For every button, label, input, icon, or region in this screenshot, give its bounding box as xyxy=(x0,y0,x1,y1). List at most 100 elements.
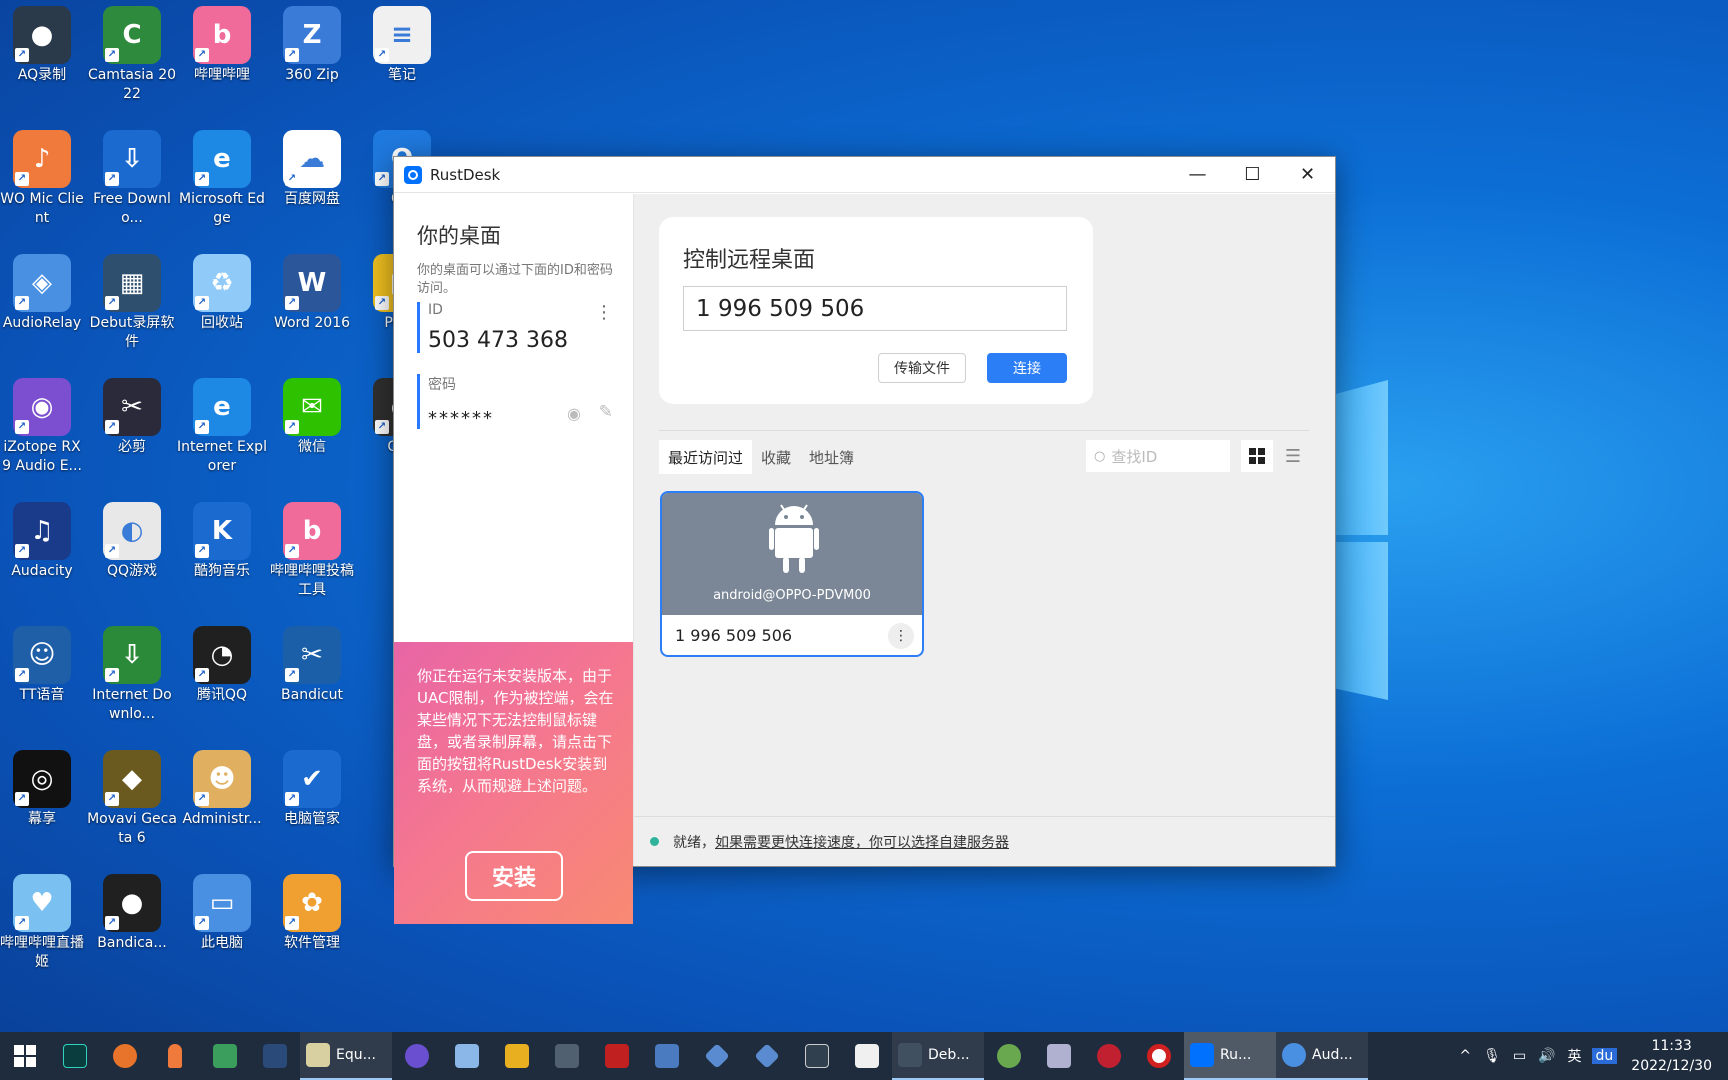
tray-ime-label[interactable]: 英 xyxy=(1562,1046,1588,1066)
self-host-server-link[interactable]: 如果需要更快连接速度，你可以选择自建服务器 xyxy=(715,832,1009,852)
desktop-icon[interactable]: ◉ ↗ iZotope RX 9 Audio E... xyxy=(0,378,87,476)
desktop-icon[interactable]: W ↗ Word 2016 xyxy=(267,254,357,333)
tray-baidu-icon[interactable]: du xyxy=(1591,1048,1618,1064)
install-promo: 你正在运行未安装版本，由于UAC限制，作为被控端，会在某些情况下无法控制鼠标键盘… xyxy=(394,642,633,924)
edit-password-icon[interactable]: ✎ xyxy=(599,402,613,422)
taskbar-app12-icon[interactable] xyxy=(842,1032,892,1080)
desktop-icon[interactable]: b ↗ 哔哩哔哩 xyxy=(177,6,267,85)
tray-chevron-icon[interactable]: ^ xyxy=(1453,1048,1477,1064)
desktop-icon[interactable]: ⇩ ↗ Internet Downlo... xyxy=(87,626,177,724)
transfer-file-button[interactable]: 传输文件 xyxy=(878,353,966,383)
desktop-icon[interactable]: ♪ ↗ WO Mic Client xyxy=(0,130,87,228)
peer-thumbnail: android@OPPO-PDVM00 xyxy=(662,493,922,615)
taskbar-app-equ[interactable]: Equ... xyxy=(300,1032,392,1080)
shortcut-arrow-icon: ↗ xyxy=(15,420,29,434)
start-button[interactable] xyxy=(0,1032,50,1080)
taskbar-download-icon[interactable] xyxy=(200,1032,250,1080)
desktop-icon[interactable]: ◆ ↗ Movavi Gecata 6 xyxy=(87,750,177,848)
desktop-icon[interactable]: ● ↗ AQ录制 xyxy=(0,6,87,85)
taskbar-mic-icon[interactable] xyxy=(150,1032,200,1080)
desktop-icon[interactable]: ◎ ↗ 幕享 xyxy=(0,750,87,829)
install-button[interactable]: 安装 xyxy=(465,851,563,901)
desktop-icon[interactable]: ⇩ ↗ Free Downlo... xyxy=(87,130,177,228)
desktop-icon[interactable]: ◐ ↗ QQ游戏 xyxy=(87,502,177,581)
desktop-icon[interactable]: ☺ ↗ TT语音 xyxy=(0,626,87,705)
app-icon: b ↗ xyxy=(283,502,341,560)
clock[interactable]: 11:33 2022/12/30 xyxy=(1621,1036,1728,1076)
desktop-icon[interactable]: ▭ ↗ 此电脑 xyxy=(177,874,267,953)
desktop-icon[interactable]: e ↗ Internet Explorer xyxy=(177,378,267,476)
maximize-button[interactable]: ☐ xyxy=(1225,157,1280,193)
desktop-icon[interactable]: ☁ ↗ 百度网盘 xyxy=(267,130,357,209)
desktop-icon[interactable]: ✉ ↗ 微信 xyxy=(267,378,357,457)
list-view-button[interactable]: ☰ xyxy=(1277,440,1309,472)
taskbar-app-equ-label: Equ... xyxy=(336,1047,376,1063)
desktop-icon[interactable]: ♫ ↗ Audacity xyxy=(0,502,87,581)
shortcut-arrow-icon: ↗ xyxy=(285,792,299,806)
desktop-icon[interactable]: ♻ ↗ 回收站 xyxy=(177,254,267,333)
tray-mic-icon[interactable]: 🎙 xyxy=(1477,1048,1507,1064)
taskbar-app10-icon[interactable] xyxy=(742,1032,792,1080)
search-id-input[interactable]: ○ 查找ID xyxy=(1086,440,1230,472)
taskbar-app3-icon[interactable] xyxy=(392,1032,442,1080)
desktop-icon[interactable]: ◈ ↗ AudioRelay xyxy=(0,254,87,333)
desktop-icon[interactable]: ✔ ↗ 电脑管家 xyxy=(267,750,357,829)
taskbar-android-icon[interactable] xyxy=(984,1032,1034,1080)
desktop-icon[interactable]: K ↗ 酷狗音乐 xyxy=(177,502,267,581)
peer-card[interactable]: android@OPPO-PDVM00 1 996 509 506 ⋮ xyxy=(660,491,924,657)
taskbar-app-rustdesk[interactable]: Ru... xyxy=(1184,1032,1276,1080)
id-value[interactable]: 503 473 368 xyxy=(428,328,617,353)
app-icon: Z ↗ xyxy=(283,6,341,64)
desktop-icon[interactable]: Z ↗ 360 Zip xyxy=(267,6,357,85)
minimize-button[interactable]: — xyxy=(1170,157,1225,193)
desktop-icon[interactable]: ◔ ↗ 腾讯QQ xyxy=(177,626,267,705)
desktop-icon[interactable]: ≡ ↗ 笔记 xyxy=(357,6,447,85)
taskbar-app-icon[interactable] xyxy=(100,1032,150,1080)
taskbar-app5-icon[interactable] xyxy=(492,1032,542,1080)
desktop-icon[interactable]: ☻ ↗ Administr... xyxy=(177,750,267,829)
desktop-icon-label: 微信 xyxy=(298,439,326,455)
taskbar-audition-icon[interactable] xyxy=(50,1032,100,1080)
desktop-icon[interactable]: ✿ ↗ 软件管理 xyxy=(267,874,357,953)
shortcut-arrow-icon: ↗ xyxy=(105,296,119,310)
desktop-icon-label: Microsoft Edge xyxy=(179,191,265,226)
taskbar-app2-icon[interactable] xyxy=(250,1032,300,1080)
show-password-icon[interactable]: ◉ xyxy=(567,404,581,423)
your-desktop-description: 你的桌面可以通过下面的ID和密码访问。 xyxy=(417,263,613,296)
taskbar-app11-icon[interactable] xyxy=(792,1032,842,1080)
connect-button[interactable]: 连接 xyxy=(987,353,1067,383)
desktop-icon[interactable]: ✂ ↗ Bandicut xyxy=(267,626,357,705)
taskbar-app14-icon[interactable] xyxy=(1084,1032,1134,1080)
taskbar-app9-icon[interactable] xyxy=(692,1032,742,1080)
taskbar-app8-icon[interactable] xyxy=(642,1032,692,1080)
shortcut-arrow-icon: ↗ xyxy=(105,792,119,806)
desktop-icon[interactable]: ♥ ↗ 哔哩哔哩直播姬 xyxy=(0,874,87,972)
taskbar-app6-icon[interactable] xyxy=(542,1032,592,1080)
remote-id-input[interactable]: 1 996 509 506 xyxy=(683,286,1067,331)
grid-view-button[interactable] xyxy=(1241,440,1273,472)
peer-name: android@OPPO-PDVM00 xyxy=(713,588,871,603)
more-options-icon[interactable]: ⋮ xyxy=(595,302,613,323)
peer-more-button[interactable]: ⋮ xyxy=(888,623,914,649)
tab-favorites[interactable]: 收藏 xyxy=(752,440,800,474)
tab-address-book[interactable]: 地址簿 xyxy=(800,440,863,474)
taskbar-record-icon[interactable] xyxy=(1134,1032,1184,1080)
desktop-icon[interactable]: C ↗ Camtasia 2022 xyxy=(87,6,177,104)
close-button[interactable]: ✕ xyxy=(1280,157,1335,193)
desktop-icon[interactable]: e ↗ Microsoft Edge xyxy=(177,130,267,228)
desktop-icon[interactable]: ▦ ↗ Debut录屏软件 xyxy=(87,254,177,352)
desktop-icon[interactable]: ✂ ↗ 必剪 xyxy=(87,378,177,457)
taskbar-app-audiorelay[interactable]: Aud... xyxy=(1276,1032,1368,1080)
tray-network-icon[interactable]: ▭ xyxy=(1507,1048,1532,1064)
taskbar-app4-icon[interactable] xyxy=(442,1032,492,1080)
taskbar-app7-icon[interactable] xyxy=(592,1032,642,1080)
shortcut-arrow-icon: ↗ xyxy=(15,668,29,682)
desktop-icon[interactable]: ● ↗ Bandica... xyxy=(87,874,177,953)
tab-recent[interactable]: 最近访问过 xyxy=(659,440,753,474)
taskbar-app-debut[interactable]: Deb... xyxy=(892,1032,984,1080)
title-bar[interactable]: RustDesk — ☐ ✕ xyxy=(394,157,1335,193)
password-value[interactable]: ****** xyxy=(428,408,617,429)
taskbar-app13-icon[interactable] xyxy=(1034,1032,1084,1080)
tray-volume-icon[interactable]: 🔊 xyxy=(1532,1048,1561,1064)
desktop-icon[interactable]: b ↗ 哔哩哔哩投稿工具 xyxy=(267,502,357,600)
